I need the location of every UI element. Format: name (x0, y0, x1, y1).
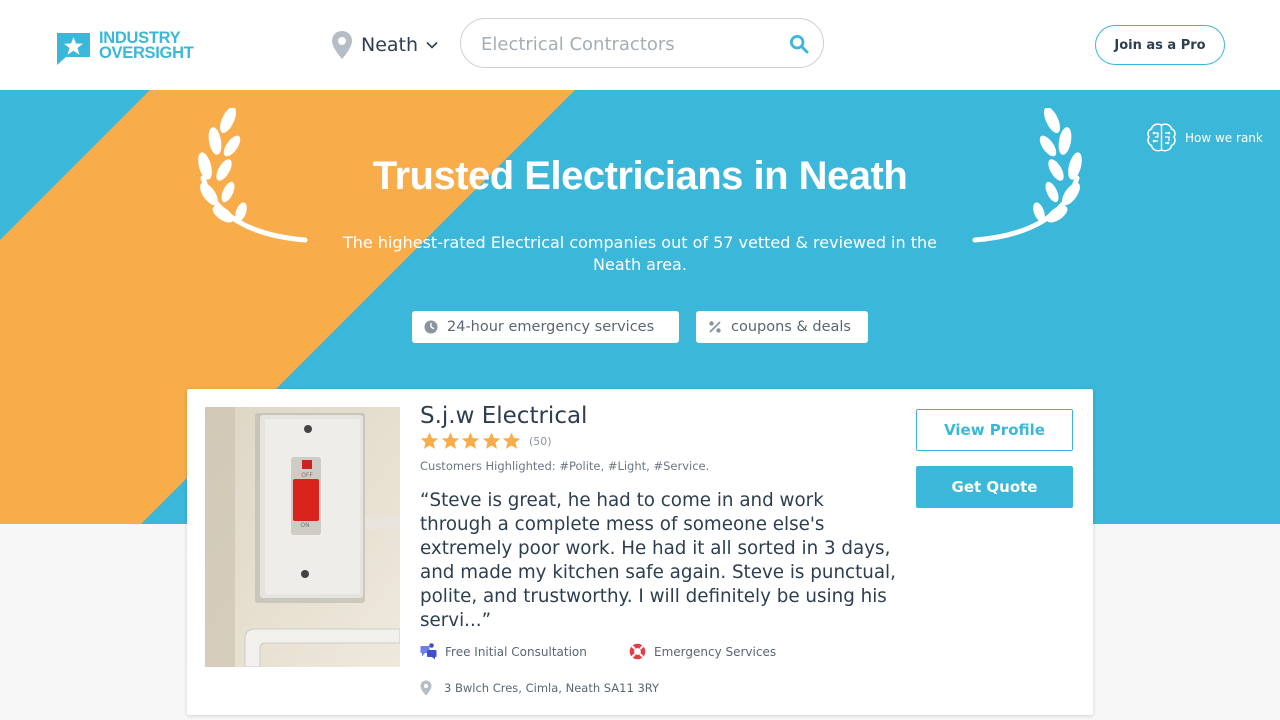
location-selector[interactable]: Neath (331, 30, 438, 60)
star-icon (482, 432, 500, 449)
page-subtitle: The highest-rated Electrical companies o… (343, 233, 937, 274)
business-photo[interactable]: OFF ON (205, 407, 400, 667)
star-icon (420, 432, 439, 449)
address-text: 3 Bwlch Cres, Cimla, Neath SA11 3RY (444, 681, 660, 695)
site-logo[interactable]: INDUSTRY OVERSIGHT (55, 30, 205, 67)
filter-chip-emergency[interactable]: 24-hour emergency services (412, 311, 679, 343)
review-quote: “Steve is great, he had to come in and w… (420, 490, 896, 631)
brain-icon (1147, 123, 1176, 152)
how-we-rank-label: How we rank (1185, 130, 1263, 145)
star-icon (461, 432, 480, 449)
chip-label: 24-hour emergency services (447, 319, 655, 335)
filter-chip-coupons[interactable]: coupons & deals (696, 311, 868, 343)
search-icon[interactable] (789, 34, 809, 54)
switch-off-label: OFF (301, 472, 313, 479)
business-address: 3 Bwlch Cres, Cimla, Neath SA11 3RY (420, 680, 659, 696)
consultation-icon (420, 643, 437, 660)
percent-icon (709, 321, 721, 333)
search-input[interactable] (481, 31, 781, 57)
feature-emergency-services: Emergency Services (629, 643, 776, 660)
page-title: Trusted Electricians in Neath (372, 154, 908, 198)
chip-label: coupons & deals (731, 319, 851, 335)
get-quote-button[interactable]: Get Quote (916, 466, 1073, 508)
feature-label: Free Initial Consultation (445, 644, 587, 659)
business-listing-card: OFF ON S.j.w Electrical (50) Customers H… (187, 389, 1093, 715)
review-count[interactable]: (50) (529, 435, 552, 448)
map-pin-icon (420, 680, 432, 696)
switch-on-label: ON (300, 522, 309, 529)
star-icon (441, 432, 459, 449)
business-name[interactable]: S.j.w Electrical (420, 403, 587, 429)
join-as-pro-button[interactable]: Join as a Pro (1095, 25, 1225, 65)
feature-label: Emergency Services (654, 644, 777, 659)
logo-wordmark: INDUSTRY OVERSIGHT (99, 30, 194, 62)
feature-free-consultation: Free Initial Consultation (420, 643, 587, 660)
logo-star-badge-icon (57, 33, 90, 65)
search-bar (460, 18, 824, 68)
star-icon (503, 432, 521, 449)
light-switch-photo: OFF ON (205, 407, 400, 667)
view-profile-button[interactable]: View Profile (916, 409, 1073, 451)
site-header: INDUSTRY OVERSIGHT Neath Join as a Pro (0, 0, 1280, 90)
map-pin-icon (332, 31, 352, 59)
how-we-rank-link[interactable]: How we rank (1145, 121, 1263, 154)
clock-icon (424, 320, 438, 334)
star-rating: (50) (420, 432, 552, 450)
customer-highlights: Customers Highlighted: #Polite, #Light, … (420, 459, 710, 473)
logo-line-2: OVERSIGHT (99, 44, 194, 62)
location-label: Neath (361, 34, 419, 56)
chevron-down-icon (426, 41, 438, 49)
lifebuoy-icon (629, 643, 646, 660)
